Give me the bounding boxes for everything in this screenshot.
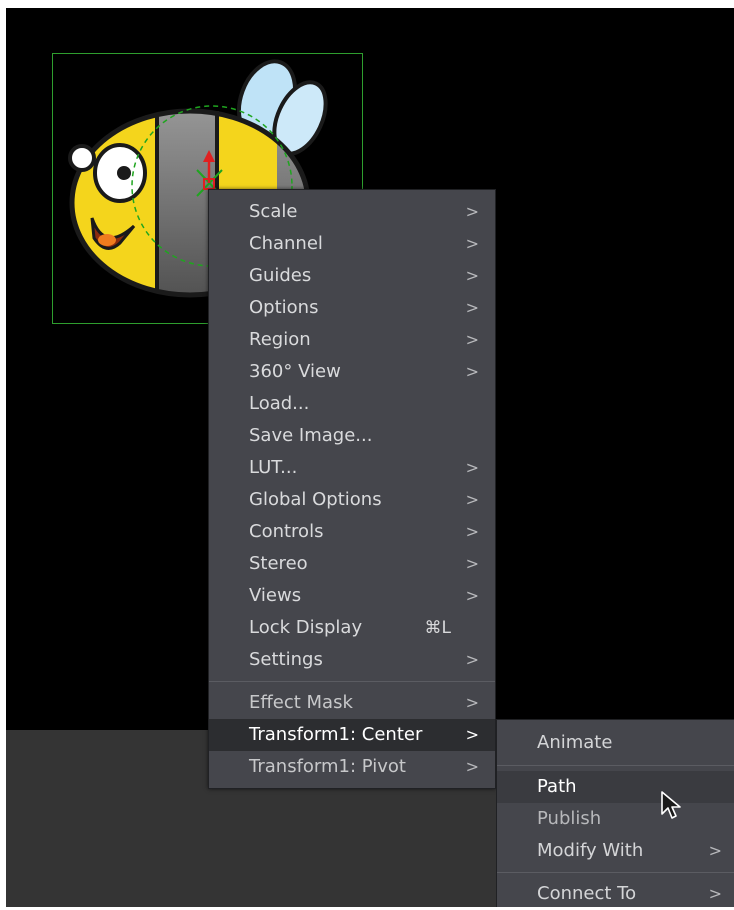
- menu-item-channel[interactable]: Channel >: [209, 228, 495, 260]
- menu-separator: [497, 765, 734, 766]
- menu-item-settings[interactable]: Settings >: [209, 644, 495, 676]
- menu-item-label: Views: [249, 585, 302, 606]
- menu-item-label: Path: [537, 776, 577, 797]
- menu-item-label: Animate: [537, 732, 613, 753]
- chevron-right-icon: >: [465, 490, 479, 509]
- menu-item-region[interactable]: Region >: [209, 324, 495, 356]
- chevron-right-icon: >: [465, 725, 479, 744]
- chevron-right-icon: >: [465, 202, 479, 221]
- chevron-right-icon: >: [465, 330, 479, 349]
- menu-item-label: Settings: [249, 649, 323, 670]
- menu-item-label: Publish: [537, 808, 602, 829]
- chevron-right-icon: >: [708, 884, 722, 903]
- keyboard-shortcut: ⌘L: [424, 618, 451, 638]
- menu-item-save-image[interactable]: Save Image...: [209, 420, 495, 452]
- chevron-right-icon: >: [465, 693, 479, 712]
- menu-item-label: Controls: [249, 521, 324, 542]
- menu-item-label: Guides: [249, 265, 312, 286]
- menu-item-lut[interactable]: LUT... >: [209, 452, 495, 484]
- menu-item-transform1-center[interactable]: Transform1: Center >: [209, 719, 495, 751]
- menu-item-label: Scale: [249, 201, 298, 222]
- submenu-item-path[interactable]: Path: [497, 771, 734, 803]
- menu-item-label: Transform1: Center: [249, 724, 423, 745]
- chevron-right-icon: >: [465, 650, 479, 669]
- menu-item-360-view[interactable]: 360° View >: [209, 356, 495, 388]
- transform-center-submenu: Animate Path Publish Modify With > Conne…: [496, 719, 734, 907]
- menu-item-label: LUT...: [249, 457, 298, 478]
- menu-item-label: Region: [249, 329, 311, 350]
- submenu-item-modify-with[interactable]: Modify With >: [497, 835, 734, 867]
- menu-separator: [497, 872, 734, 873]
- menu-item-label: Global Options: [249, 489, 382, 510]
- menu-item-effect-mask[interactable]: Effect Mask >: [209, 687, 495, 719]
- menu-item-label: Connect To: [537, 883, 637, 904]
- menu-item-label: Options: [249, 297, 319, 318]
- menu-item-label: Channel: [249, 233, 323, 254]
- menu-item-global-options[interactable]: Global Options >: [209, 484, 495, 516]
- menu-item-transform1-pivot[interactable]: Transform1: Pivot >: [209, 751, 495, 783]
- menu-item-label: Save Image...: [249, 425, 373, 446]
- chevron-right-icon: >: [465, 266, 479, 285]
- menu-item-options[interactable]: Options >: [209, 292, 495, 324]
- menu-item-label: Modify With: [537, 840, 644, 861]
- menu-item-label: 360° View: [249, 361, 341, 382]
- menu-item-controls[interactable]: Controls >: [209, 516, 495, 548]
- viewer-context-menu: Scale > Channel > Guides > Options > Reg…: [208, 189, 496, 789]
- chevron-right-icon: >: [465, 757, 479, 776]
- menu-item-label: Transform1: Pivot: [249, 756, 406, 777]
- chevron-right-icon: >: [465, 586, 479, 605]
- menu-item-label: Load...: [249, 393, 310, 414]
- chevron-right-icon: >: [465, 362, 479, 381]
- chevron-right-icon: >: [465, 234, 479, 253]
- menu-item-lock-display[interactable]: Lock Display ⌘L: [209, 612, 495, 644]
- menu-item-label: Stereo: [249, 553, 308, 574]
- menu-item-scale[interactable]: Scale >: [209, 196, 495, 228]
- submenu-item-publish[interactable]: Publish: [497, 803, 734, 835]
- menu-item-load[interactable]: Load...: [209, 388, 495, 420]
- menu-item-guides[interactable]: Guides >: [209, 260, 495, 292]
- chevron-right-icon: >: [708, 841, 722, 860]
- chevron-right-icon: >: [465, 522, 479, 541]
- menu-item-views[interactable]: Views >: [209, 580, 495, 612]
- submenu-item-connect-to[interactable]: Connect To >: [497, 878, 734, 910]
- chevron-right-icon: >: [465, 554, 479, 573]
- menu-item-label: Lock Display: [249, 617, 363, 638]
- menu-item-label: Effect Mask: [249, 692, 353, 713]
- menu-item-stereo[interactable]: Stereo >: [209, 548, 495, 580]
- submenu-item-animate[interactable]: Animate: [497, 727, 734, 759]
- chevron-right-icon: >: [465, 298, 479, 317]
- chevron-right-icon: >: [465, 458, 479, 477]
- menu-separator: [209, 681, 495, 682]
- mouse-pointer-icon: [661, 791, 681, 819]
